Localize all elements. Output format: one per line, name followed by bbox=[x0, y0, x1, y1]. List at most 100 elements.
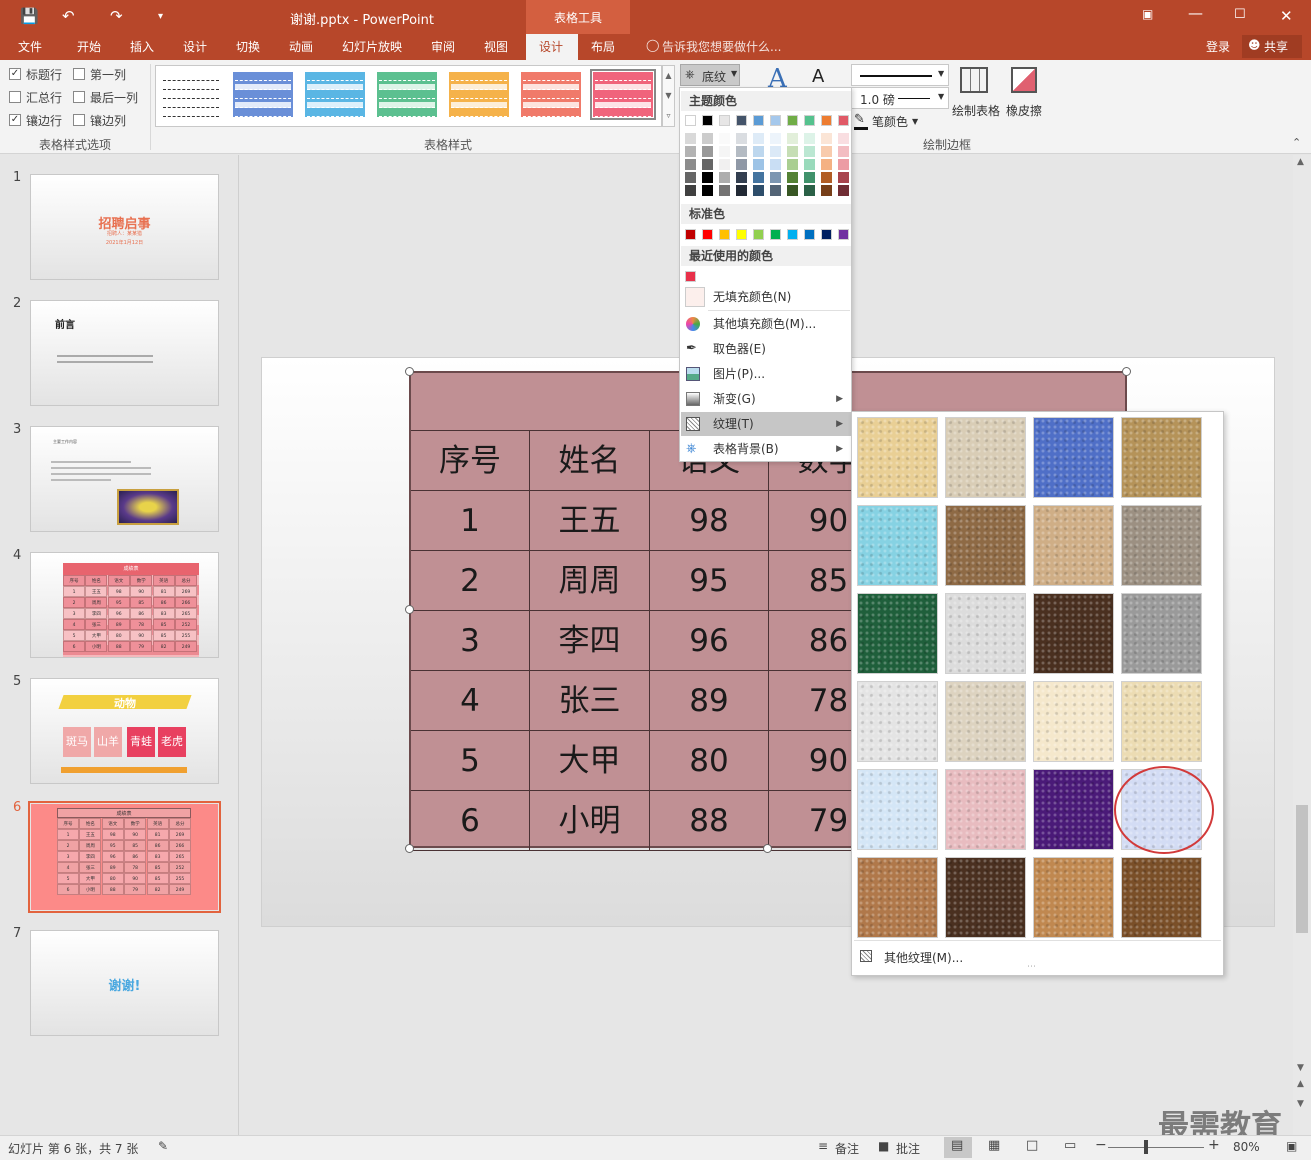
theme-shade-swatch[interactable] bbox=[736, 159, 747, 170]
table-style-swatch[interactable] bbox=[161, 72, 221, 117]
theme-shade-swatch[interactable] bbox=[787, 172, 798, 183]
theme-shade-swatch[interactable] bbox=[804, 185, 815, 196]
theme-shade-swatch[interactable] bbox=[719, 159, 730, 170]
tab-transitions[interactable]: 切换 bbox=[236, 38, 260, 55]
theme-color-swatch[interactable] bbox=[753, 115, 764, 126]
resize-handle[interactable] bbox=[405, 605, 414, 614]
fit-to-window-icon[interactable]: ▣ bbox=[1286, 1139, 1297, 1153]
notes-icon[interactable]: ≡ bbox=[818, 1139, 828, 1153]
standard-color-swatch[interactable] bbox=[753, 229, 764, 240]
resize-handle[interactable] bbox=[405, 367, 414, 376]
table-style-swatch[interactable] bbox=[449, 72, 509, 117]
resize-grip-icon[interactable]: ⋯ bbox=[1027, 962, 1036, 972]
reading-view-icon[interactable]: □ bbox=[1026, 1138, 1038, 1153]
draw-table-button[interactable]: 绘制表格 bbox=[952, 65, 1000, 121]
no-fill-item[interactable]: 无填充颜色(N) bbox=[681, 285, 851, 309]
theme-shade-swatch[interactable] bbox=[838, 172, 849, 183]
theme-color-swatch[interactable] bbox=[770, 115, 781, 126]
texture-swatch[interactable] bbox=[857, 857, 938, 938]
theme-shade-swatch[interactable] bbox=[753, 146, 764, 157]
standard-color-swatch[interactable] bbox=[702, 229, 713, 240]
table-cell[interactable]: 88 bbox=[650, 791, 769, 851]
vertical-scrollbar[interactable]: ▲ ▼ ▲ ▼ bbox=[1293, 155, 1311, 1135]
standard-color-swatch[interactable] bbox=[804, 229, 815, 240]
comments-icon[interactable]: ■ bbox=[878, 1139, 889, 1153]
theme-shade-swatch[interactable] bbox=[736, 133, 747, 144]
texture-swatch[interactable] bbox=[1121, 505, 1202, 586]
texture-swatch[interactable] bbox=[1033, 857, 1114, 938]
standard-color-swatch[interactable] bbox=[685, 229, 696, 240]
texture-swatch[interactable] bbox=[857, 769, 938, 850]
theme-shade-swatch[interactable] bbox=[770, 159, 781, 170]
theme-shade-swatch[interactable] bbox=[770, 146, 781, 157]
table-style-swatch[interactable] bbox=[590, 69, 656, 120]
tab-slideshow[interactable]: 幻灯片放映 bbox=[342, 38, 402, 55]
table-cell[interactable]: 小明 bbox=[530, 791, 650, 851]
theme-shade-swatch[interactable] bbox=[685, 159, 696, 170]
tab-table-design[interactable]: 设计 bbox=[526, 34, 578, 60]
eraser-button[interactable]: 橡皮擦 bbox=[1006, 65, 1047, 121]
table-cell[interactable]: 80 bbox=[650, 731, 769, 791]
table-cell[interactable]: 张三 bbox=[530, 671, 650, 731]
standard-color-swatch[interactable] bbox=[719, 229, 730, 240]
banded-rows-checkbox[interactable]: ✓ bbox=[9, 114, 21, 126]
texture-swatch[interactable] bbox=[945, 417, 1026, 498]
theme-shade-swatch[interactable] bbox=[838, 133, 849, 144]
theme-color-swatch[interactable] bbox=[702, 115, 713, 126]
theme-color-swatch[interactable] bbox=[719, 115, 730, 126]
tab-animations[interactable]: 动画 bbox=[289, 38, 313, 55]
theme-shade-swatch[interactable] bbox=[736, 185, 747, 196]
tab-insert[interactable]: 插入 bbox=[130, 38, 154, 55]
texture-swatch[interactable] bbox=[1033, 417, 1114, 498]
theme-shade-swatch[interactable] bbox=[804, 146, 815, 157]
theme-color-swatch[interactable] bbox=[736, 115, 747, 126]
theme-shade-swatch[interactable] bbox=[804, 133, 815, 144]
theme-shade-swatch[interactable] bbox=[821, 159, 832, 170]
scroll-down-icon[interactable]: ▼ bbox=[1297, 1063, 1304, 1073]
table-style-swatch[interactable] bbox=[305, 72, 365, 117]
slide-thumbnail-4[interactable]: 成绩表 序号 姓名 语文 数学 英语 总分 1 王五 98 90 81 269 2 周周 95 85 86 266… bbox=[30, 552, 219, 658]
theme-shade-swatch[interactable] bbox=[719, 185, 730, 196]
texture-swatch[interactable] bbox=[1121, 857, 1202, 938]
theme-shade-swatch[interactable] bbox=[838, 146, 849, 157]
standard-color-swatch[interactable] bbox=[821, 229, 832, 240]
table-cell[interactable]: 大甲 bbox=[530, 731, 650, 791]
theme-shade-swatch[interactable] bbox=[719, 172, 730, 183]
table-cell[interactable]: 2 bbox=[411, 551, 530, 611]
slide-thumbnail-1[interactable]: 招聘启事 招聘人：某某猎 2021年1月12日 bbox=[30, 174, 219, 280]
table-cell[interactable]: 6 bbox=[411, 791, 530, 851]
theme-shade-swatch[interactable] bbox=[804, 172, 815, 183]
slide-thumbnail-5[interactable]: 动物 斑马 山羊 青蛙 老虎 bbox=[30, 678, 219, 784]
slide-thumbnail-6[interactable]: 成绩表 序号 姓名 语文 数学 英语 总分 1 王五 98 90 81 269 2 周周 95 85 86 266… bbox=[31, 804, 218, 910]
theme-shade-swatch[interactable] bbox=[685, 185, 696, 196]
texture-swatch[interactable] bbox=[1033, 681, 1114, 762]
theme-shade-swatch[interactable] bbox=[719, 133, 730, 144]
theme-shade-swatch[interactable] bbox=[770, 133, 781, 144]
theme-color-swatch[interactable] bbox=[821, 115, 832, 126]
theme-shade-swatch[interactable] bbox=[685, 146, 696, 157]
theme-shade-swatch[interactable] bbox=[838, 159, 849, 170]
zoom-slider-track[interactable] bbox=[1108, 1147, 1204, 1148]
eyedropper-item[interactable]: ✒ 取色器(E) bbox=[681, 337, 851, 361]
slide-thumbnail-7[interactable]: 谢谢! bbox=[30, 930, 219, 1036]
theme-shade-swatch[interactable] bbox=[821, 185, 832, 196]
table-cell[interactable]: 3 bbox=[411, 611, 530, 671]
pen-color-button[interactable]: ✎ 笔颜色 ▼ bbox=[852, 112, 922, 132]
table-cell[interactable]: 96 bbox=[650, 611, 769, 671]
theme-shade-swatch[interactable] bbox=[685, 133, 696, 144]
share-button[interactable]: ☻ 共享 bbox=[1242, 35, 1302, 58]
standard-color-swatch[interactable] bbox=[838, 229, 849, 240]
tab-home[interactable]: 开始 bbox=[77, 38, 101, 55]
theme-shade-swatch[interactable] bbox=[702, 172, 713, 183]
gallery-scroll[interactable]: ▲ ▼ ▿ bbox=[662, 65, 675, 127]
undo-icon[interactable]: ↶ bbox=[62, 7, 75, 25]
table-cell[interactable]: 98 bbox=[650, 491, 769, 551]
texture-swatch[interactable] bbox=[857, 505, 938, 586]
theme-shade-swatch[interactable] bbox=[702, 146, 713, 157]
table-style-swatch[interactable] bbox=[233, 72, 293, 117]
texture-swatch[interactable] bbox=[857, 417, 938, 498]
theme-shade-swatch[interactable] bbox=[736, 172, 747, 183]
spell-check-icon[interactable]: ✎ bbox=[158, 1139, 168, 1153]
theme-shade-swatch[interactable] bbox=[838, 185, 849, 196]
banded-cols-checkbox[interactable] bbox=[73, 114, 85, 126]
